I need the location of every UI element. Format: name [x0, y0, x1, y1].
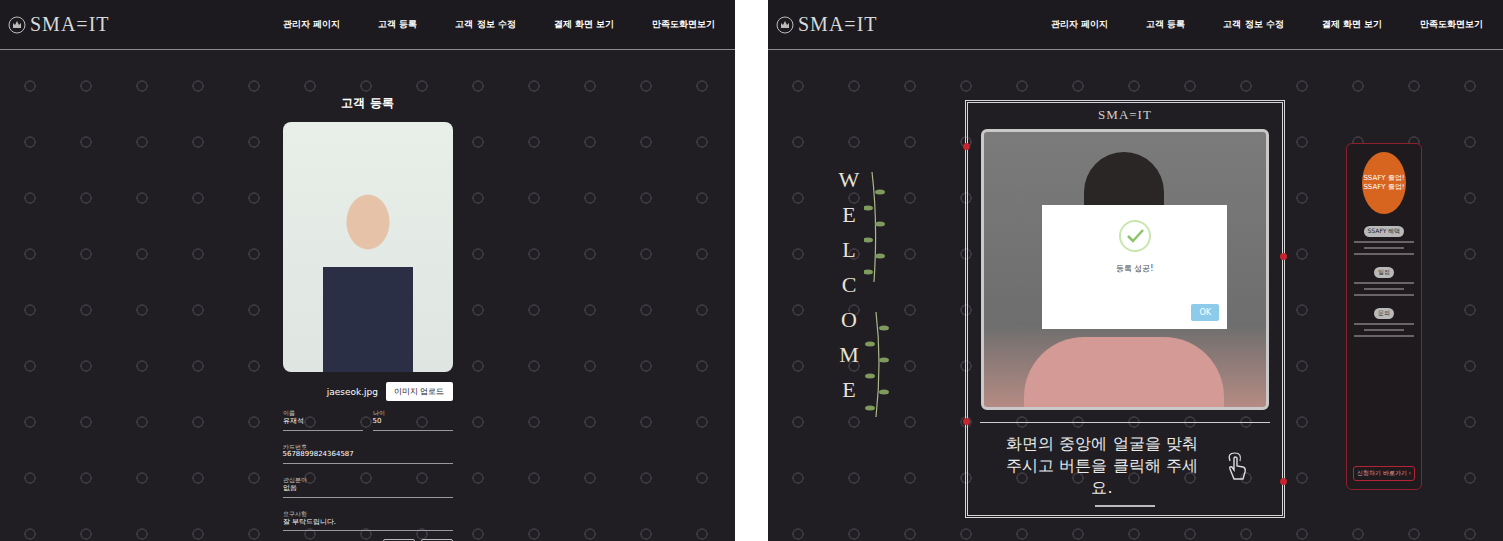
form-field[interactable]: 나이50	[373, 407, 453, 431]
success-dialog: 등록 성공!OK	[1042, 205, 1227, 329]
page: SMA=IT관리자 페이지고객 등록고객 정보 수정결제 화면 보기만족도화면보…	[0, 0, 1503, 541]
form-field[interactable]: 카드번호5678899824364587	[283, 441, 453, 465]
form-title: 고객 등록	[341, 95, 393, 112]
touch-icon[interactable]	[1225, 451, 1251, 481]
apply-button[interactable]: 신청하기 바로가기 ›	[1353, 466, 1415, 481]
logo[interactable]: SMA=IT	[776, 13, 878, 36]
nav-item[interactable]: 만족도화면보기	[652, 18, 715, 31]
kiosk-screen: SMA=IT 관리자 페이지 고객 등록 고객 정보 수정 결제 화면 보기 만족도화면보…	[768, 0, 1503, 541]
poster-headline: SSAFY 졸업!SSAFY 졸업!	[1362, 152, 1406, 214]
leaves-icon	[864, 162, 890, 422]
form-button[interactable]	[421, 539, 453, 541]
crown-icon	[776, 16, 794, 34]
top-bar: SMA=IT 관리자 페이지 고객 등록 고객 정보 수정 결제 화면 보기 만족도화면보…	[768, 0, 1503, 50]
poster-section: 문의	[1374, 308, 1394, 319]
crown-icon	[8, 16, 26, 34]
form-buttons	[283, 539, 453, 541]
event-poster: SSAFY 졸업!SSAFY 졸업! SSAFY 혜택일정문의신청하기 바로가기 …	[1346, 143, 1422, 490]
logo[interactable]: SMA=IT	[8, 13, 110, 36]
nav-item[interactable]: 고객 정보 수정	[455, 18, 515, 31]
file-row: jaeseok.jpg 이미지 업로드	[283, 382, 453, 401]
nav-item[interactable]: 고객 정보 수정	[1223, 18, 1283, 31]
welcome-banner: WELCOME	[836, 162, 898, 422]
registration-form: 고객 등록 jaeseok.jpg 이미지 업로드이름유재석 나이50 카드번호5678…	[0, 50, 735, 541]
form-button[interactable]	[383, 539, 415, 541]
nav-item[interactable]: 고객 등록	[1146, 18, 1185, 31]
poster-section: 일정	[1374, 267, 1394, 278]
form-field[interactable]: 요구사항잘 부탁드립니다.	[283, 508, 453, 532]
form-field[interactable]: 이름유재석	[283, 407, 363, 431]
file-name: jaeseok.jpg	[327, 387, 378, 397]
form-field[interactable]: 관심분야없음	[283, 474, 453, 498]
registration-screen: SMA=IT관리자 페이지고객 등록고객 정보 수정결제 화면 보기만족도화면보…	[0, 0, 735, 541]
nav-item[interactable]: 만족도화면보기	[1420, 18, 1483, 31]
kiosk-frame: SMA=IT 등록 성공!OK 화면의 중앙에 얼굴을 맞춰주시고 버튼을 클릭해 …	[965, 100, 1285, 518]
top-bar: SMA=IT 관리자 페이지 고객 등록 고객 정보 수정 결제 화면 보기 만족도화면보…	[0, 0, 735, 50]
check-icon	[1118, 219, 1152, 253]
frame-logo: SMA=IT	[1098, 107, 1152, 123]
fields: 이름유재석 나이50 카드번호5678899824364587 관심분야없음요구사항잘…	[283, 407, 453, 531]
ok-button[interactable]: OK	[1191, 304, 1219, 321]
instruction: 화면의 중앙에 얼굴을 맞춰주시고 버튼을 클릭해 주세요.	[999, 433, 1251, 499]
nav: 관리자 페이지 고객 등록 고객 정보 수정 결제 화면 보기 만족도화면보기	[283, 18, 715, 31]
upload-button[interactable]: 이미지 업로드	[386, 382, 453, 401]
camera-view: 등록 성공!OK	[981, 129, 1269, 410]
nav-item[interactable]: 결제 화면 보기	[554, 18, 614, 31]
nav-item[interactable]: 고객 등록	[378, 18, 417, 31]
nav-item[interactable]: 결제 화면 보기	[1322, 18, 1382, 31]
nav-item[interactable]: 관리자 페이지	[1051, 18, 1108, 31]
nav-item[interactable]: 관리자 페이지	[283, 18, 340, 31]
nav: 관리자 페이지 고객 등록 고객 정보 수정 결제 화면 보기 만족도화면보기	[1051, 18, 1483, 31]
customer-photo	[283, 122, 453, 372]
poster-section: SSAFY 혜택	[1364, 226, 1405, 237]
